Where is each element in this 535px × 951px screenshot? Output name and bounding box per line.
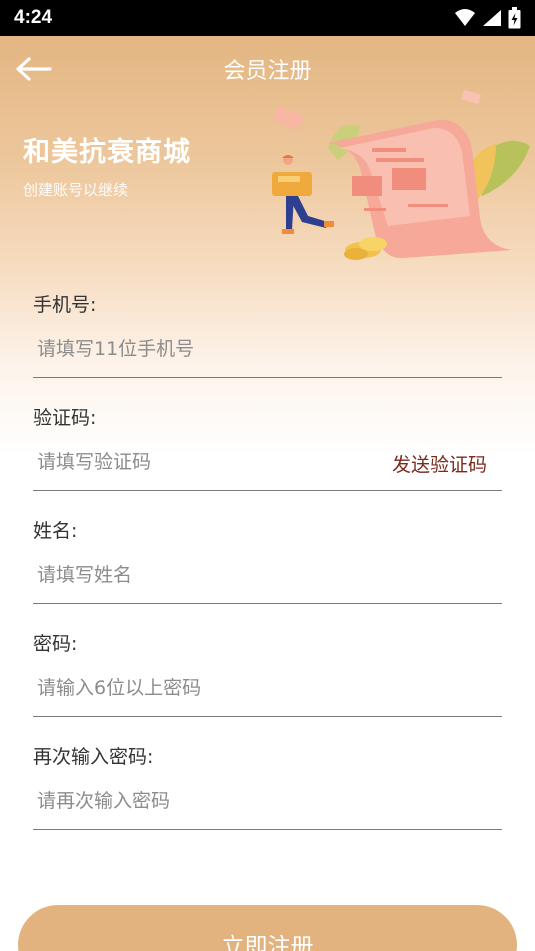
divider [33, 716, 502, 717]
confirm-password-field-group: 再次输入密码: [33, 737, 502, 850]
status-icons [454, 7, 521, 29]
confirm-password-input[interactable] [33, 781, 502, 821]
wifi-icon [455, 9, 475, 26]
name-label: 姓名: [33, 520, 78, 542]
code-input[interactable] [33, 442, 363, 482]
back-arrow-icon[interactable] [14, 54, 54, 84]
divider [33, 490, 502, 491]
brand-block: 和美抗衰商城 创建账号以继续 [23, 130, 191, 200]
battery-icon [508, 7, 521, 29]
name-input[interactable] [33, 555, 502, 595]
phone-field-group: 手机号: [33, 285, 502, 398]
code-label: 验证码: [33, 407, 97, 429]
divider [33, 829, 502, 830]
brand-subtitle: 创建账号以继续 [23, 181, 129, 199]
brand-name: 和美抗衰商城 [23, 137, 191, 168]
divider [33, 603, 502, 604]
password-input[interactable] [33, 668, 502, 708]
status-time: 4:24 [14, 7, 53, 28]
phone-input[interactable] [33, 329, 502, 369]
register-form: 手机号: 验证码: 发送验证码 姓名: 密码: 再次输入密码: [33, 285, 502, 850]
password-label: 密码: [33, 633, 78, 655]
signal-icon [483, 10, 501, 26]
phone-label: 手机号: [33, 294, 97, 316]
send-code-button[interactable]: 发送验证码 [392, 450, 487, 477]
name-field-group: 姓名: [33, 511, 502, 624]
confirm-password-label: 再次输入密码: [33, 746, 154, 768]
page-title: 会员注册 [223, 59, 312, 84]
divider [33, 377, 502, 378]
receipt-illustration [272, 89, 530, 260]
status-bar: 4:24 [0, 0, 535, 36]
code-field-group: 验证码: 发送验证码 [33, 398, 502, 511]
register-button[interactable]: 立即注册 [18, 905, 517, 951]
password-field-group: 密码: [33, 624, 502, 737]
